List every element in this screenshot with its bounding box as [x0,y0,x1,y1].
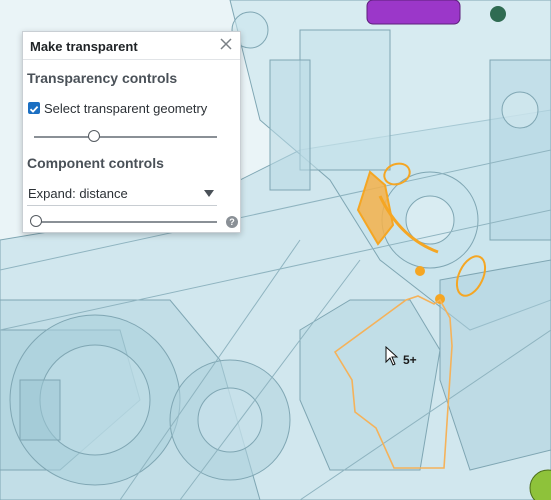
select-transparent-label[interactable]: Select transparent geometry [44,101,207,116]
expand-distance-slider-track[interactable] [34,221,217,223]
transparency-slider-thumb[interactable] [88,130,101,142]
arrow-cursor-icon [385,345,399,371]
close-icon[interactable] [218,36,234,52]
chevron-down-icon [204,190,214,197]
dialog-title: Make transparent [30,39,138,54]
dark-green-fastener [490,6,506,22]
help-icon[interactable]: ? [226,216,238,228]
component-controls-heading: Component controls [27,155,164,171]
transparency-slider-track[interactable] [34,136,217,138]
dialog-header: Make transparent [23,32,240,60]
make-transparent-dialog: Make transparent Transparency controls S… [22,31,241,233]
transparency-controls-heading: Transparency controls [27,70,178,86]
expand-mode-value: Expand: distance [28,186,128,201]
expand-mode-select[interactable]: Expand: distance [27,182,217,206]
purple-component[interactable] [366,0,461,25]
selection-count-label: 5+ [403,353,417,367]
expand-distance-slider-thumb[interactable] [30,215,42,227]
select-transparent-checkbox[interactable] [28,102,40,114]
